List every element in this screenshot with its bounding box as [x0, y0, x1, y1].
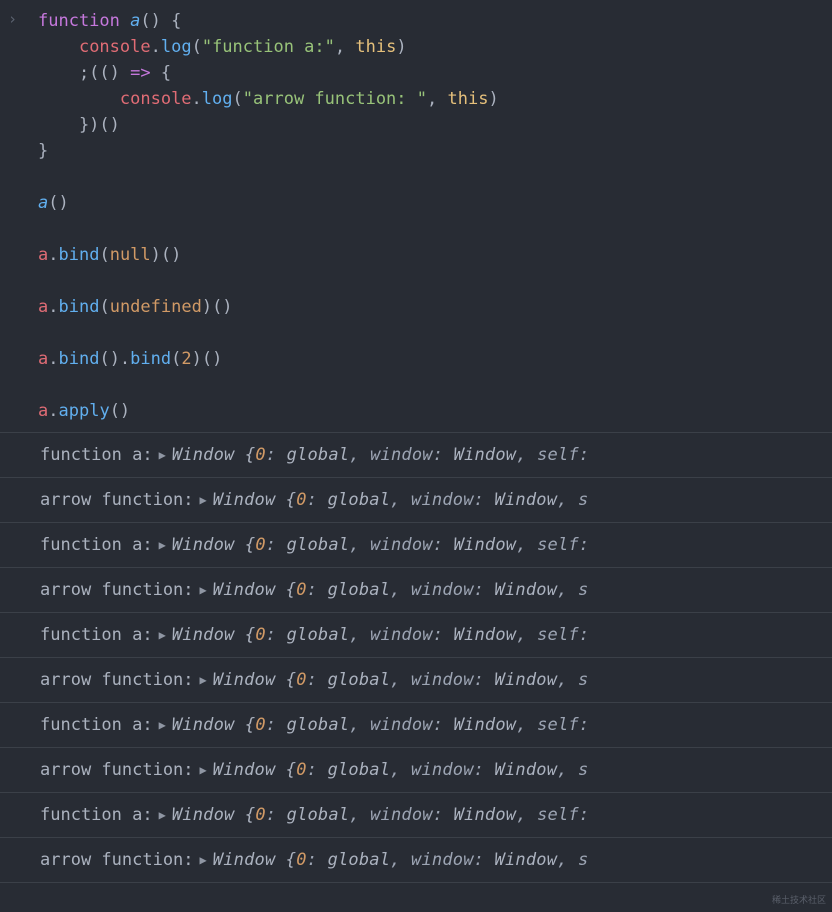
devtools-console: › function a() { console.log("function a… [0, 0, 832, 883]
console-log-row: arrow function: ▶ Window {0: global, wind… [0, 568, 832, 613]
log-label: function a: [40, 535, 153, 555]
console-output: function a: ▶ Window {0: global, window: … [0, 433, 832, 883]
object-preview[interactable]: Window {0: global, window: Window, self: [172, 805, 589, 825]
console-log-row: arrow function: ▶ Window {0: global, wind… [0, 478, 832, 523]
object-preview[interactable]: Window {0: global, window: Window, s [213, 670, 589, 690]
console-log-row: function a: ▶ Window {0: global, window: … [0, 433, 832, 478]
log-label: arrow function: [40, 580, 194, 600]
log-label: function a: [40, 445, 153, 465]
log-label: function a: [40, 715, 153, 735]
watermark: 稀土技术社区 [772, 893, 826, 906]
object-preview[interactable]: Window {0: global, window: Window, self: [172, 625, 589, 645]
log-label: arrow function: [40, 670, 194, 690]
expand-triangle-icon[interactable]: ▶ [159, 448, 166, 462]
expand-triangle-icon[interactable]: ▶ [159, 538, 166, 552]
console-log-row: function a: ▶ Window {0: global, window: … [0, 523, 832, 568]
log-label: arrow function: [40, 850, 194, 870]
object-preview[interactable]: Window {0: global, window: Window, self: [172, 715, 589, 735]
expand-triangle-icon[interactable]: ▶ [200, 583, 207, 597]
log-label: arrow function: [40, 490, 194, 510]
object-preview[interactable]: Window {0: global, window: Window, self: [172, 535, 589, 555]
expand-triangle-icon[interactable]: ▶ [200, 763, 207, 777]
log-label: function a: [40, 625, 153, 645]
object-preview[interactable]: Window {0: global, window: Window, self: [172, 445, 589, 465]
log-label: function a: [40, 805, 153, 825]
expand-triangle-icon[interactable]: ▶ [159, 808, 166, 822]
input-prompt-icon: › [8, 8, 38, 432]
console-log-row: function a: ▶ Window {0: global, window: … [0, 793, 832, 838]
object-preview[interactable]: Window {0: global, window: Window, s [213, 760, 589, 780]
console-log-row: arrow function: ▶ Window {0: global, wind… [0, 838, 832, 883]
console-log-row: arrow function: ▶ Window {0: global, wind… [0, 658, 832, 703]
expand-triangle-icon[interactable]: ▶ [159, 628, 166, 642]
console-input-block: › function a() { console.log("function a… [0, 0, 832, 433]
object-preview[interactable]: Window {0: global, window: Window, s [213, 490, 589, 510]
expand-triangle-icon[interactable]: ▶ [200, 853, 207, 867]
console-log-row: function a: ▶ Window {0: global, window: … [0, 613, 832, 658]
code-input[interactable]: function a() { console.log("function a:"… [38, 8, 499, 432]
expand-triangle-icon[interactable]: ▶ [200, 673, 207, 687]
console-log-row: arrow function: ▶ Window {0: global, wind… [0, 748, 832, 793]
console-log-row: function a: ▶ Window {0: global, window: … [0, 703, 832, 748]
log-label: arrow function: [40, 760, 194, 780]
expand-triangle-icon[interactable]: ▶ [200, 493, 207, 507]
object-preview[interactable]: Window {0: global, window: Window, s [213, 850, 589, 870]
object-preview[interactable]: Window {0: global, window: Window, s [213, 580, 589, 600]
expand-triangle-icon[interactable]: ▶ [159, 718, 166, 732]
